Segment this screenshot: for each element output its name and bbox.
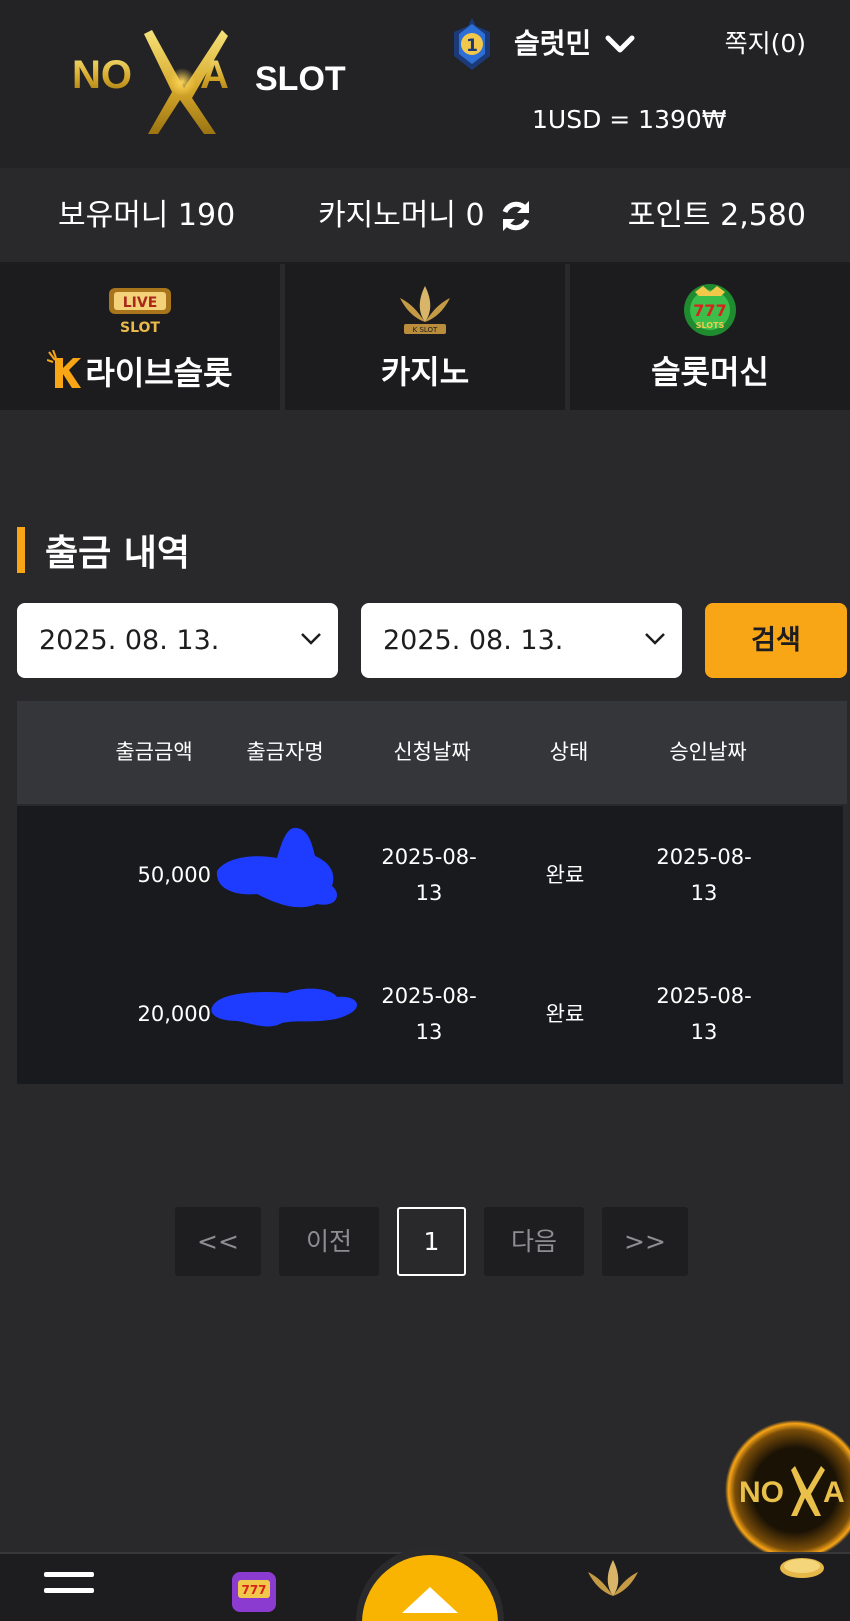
cell-approval-date: 2025-08- 13 (656, 984, 752, 1044)
game-label-slot-machine: 슬롯머신 (651, 353, 769, 391)
home-up-button[interactable] (356, 1543, 504, 1621)
points: 포인트 2,580 (627, 198, 806, 233)
chevron-down-icon[interactable] (605, 34, 635, 54)
messages-link[interactable]: 쪽지(0) (725, 24, 806, 64)
table-row: 50,000 2025-08- 13 완료 2025-08- 13 (17, 806, 843, 945)
svg-text:K SLOT: K SLOT (413, 326, 438, 334)
pagination-first[interactable]: << (175, 1207, 261, 1276)
column-header-name: 출금자명 (246, 740, 324, 764)
k-brand-icon (47, 350, 82, 388)
pagination-prev[interactable]: 이전 (279, 1207, 379, 1276)
slot-machine-icon[interactable]: 777 (226, 1562, 282, 1618)
cell-approval-date: 2025-08- 13 (656, 845, 752, 905)
redacted-name (216, 827, 337, 908)
page-title-text: 출금 내역 (45, 533, 191, 574)
search-button[interactable]: 검색 (705, 603, 847, 678)
svg-text:NO: NO (739, 1476, 784, 1509)
svg-text:NO: NO (72, 53, 132, 97)
game-label-casino: 카지노 (380, 353, 470, 391)
k-slot-crown-icon: K SLOT (400, 286, 450, 334)
chevron-down-icon (645, 633, 665, 645)
svg-text:SLOT: SLOT (255, 60, 346, 98)
title-accent-bar (17, 527, 25, 573)
column-header-approval-date: 승인날짜 (669, 740, 747, 764)
pagination-last[interactable]: >> (602, 1207, 688, 1276)
date-to-value: 2025. 08. 13. (383, 625, 564, 656)
balance-bar: 보유머니 190 카지노머니 0 포인트 2,580 (0, 168, 850, 264)
chevron-down-icon (301, 633, 321, 645)
game-categories: LIVE SLOT 라이브슬롯 K SLOT 카지노 777 SLOTS 슬롯머… (0, 264, 850, 410)
hold-money: 보유머니 190 (58, 198, 236, 233)
pagination-next[interactable]: 다음 (484, 1207, 584, 1276)
exchange-rate: 1USD = 1390₩ (532, 105, 727, 134)
777-slots-icon: 777 SLOTS (684, 284, 736, 336)
svg-text:A: A (200, 53, 229, 97)
svg-text:777: 777 (241, 1583, 266, 1597)
floating-nova-button[interactable]: NO A (725, 1420, 850, 1560)
table-header: 출금금액 출금자명 신청날짜 상태 승인날짜 (17, 701, 847, 804)
date-to-select[interactable]: 2025. 08. 13. (361, 603, 682, 678)
coins-icon[interactable] (772, 1554, 832, 1620)
rank-badge-icon: 1 (454, 18, 490, 70)
column-header-status: 상태 (549, 740, 589, 764)
live-slot-icon: LIVE SLOT (109, 288, 171, 336)
username: 슬럿민 (514, 27, 592, 60)
game-tab-casino[interactable]: K SLOT 카지노 (285, 264, 570, 410)
game-tab-live-slot[interactable]: LIVE SLOT 라이브슬롯 (0, 264, 285, 410)
game-tab-slot-machine[interactable]: 777 SLOTS 슬롯머신 (570, 264, 850, 410)
cell-request-date: 2025-08- 13 (381, 845, 477, 905)
svg-text:777: 777 (693, 301, 726, 320)
svg-text:A: A (823, 1476, 845, 1509)
svg-text:SLOT: SLOT (120, 320, 160, 336)
date-from-select[interactable]: 2025. 08. 13. (17, 603, 338, 678)
cell-status: 완료 (545, 863, 585, 887)
cell-amount: 50,000 (137, 863, 211, 887)
casino-money: 카지노머니 0 (318, 196, 535, 236)
casino-money-value: 카지노머니 0 (318, 198, 485, 233)
crown-icon[interactable] (578, 1556, 648, 1616)
game-label-live-slot: 라이브슬롯 (0, 350, 280, 395)
pagination-current[interactable]: 1 (397, 1207, 466, 1276)
table-row: 20,000 2025-08- 13 완료 2025-08- 13 (17, 945, 843, 1084)
column-header-amount: 출금금액 (115, 740, 193, 764)
cell-amount: 20,000 (137, 1002, 211, 1026)
cell-request-date: 2025-08- 13 (381, 984, 477, 1044)
column-header-request-date: 신청날짜 (393, 740, 471, 764)
top-bar: NO A SLOT 1 슬럿민 쪽지(0) 1USD = 1390₩ (0, 0, 850, 168)
svg-text:SLOTS: SLOTS (696, 321, 725, 330)
refresh-icon[interactable] (497, 197, 535, 235)
cell-status: 완료 (545, 1002, 585, 1026)
rank-number: 1 (466, 36, 478, 56)
nova-slot-logo[interactable]: NO A SLOT (72, 30, 382, 136)
svg-text:LIVE: LIVE (123, 295, 158, 311)
table-body: 50,000 2025-08- 13 완료 2025-08- 13 20,000… (17, 806, 843, 1084)
menu-icon[interactable] (44, 1570, 94, 1610)
date-from-value: 2025. 08. 13. (39, 625, 220, 656)
page-title: 출금 내역 (17, 527, 191, 574)
user-menu[interactable]: 슬럿민 (514, 24, 635, 64)
redacted-name (211, 988, 358, 1027)
